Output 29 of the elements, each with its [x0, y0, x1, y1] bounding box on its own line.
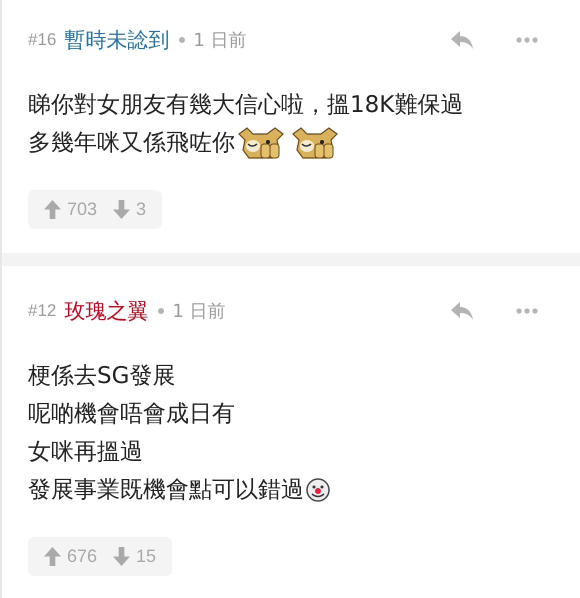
post-text: 呢啲機會唔會成日有 — [28, 400, 235, 429]
down-arrow-icon — [113, 200, 130, 219]
clown-face-icon — [306, 478, 330, 502]
post-text: 多幾年咪又係飛咗你 — [28, 129, 235, 158]
reply-icon[interactable] — [450, 301, 474, 321]
post-time: 1 日前 — [172, 300, 226, 323]
reply-icon[interactable] — [450, 30, 474, 50]
downvote-button[interactable]: 3 — [107, 197, 152, 222]
upvote-button[interactable]: 703 — [38, 197, 104, 222]
separator-dot-icon — [158, 308, 164, 314]
dog-face-icon — [291, 126, 339, 160]
separator-dot-icon — [179, 37, 186, 43]
post-text: 梗係去SG發展 — [28, 362, 176, 391]
post-text: 女咪再搵過 — [28, 438, 143, 467]
post-text: 發展事業既機會點可以錯過 — [28, 476, 304, 505]
post-number: #16 — [28, 30, 56, 50]
post-text: 睇你對女朋友有幾大信心啦，搵18K難保過 — [28, 91, 464, 120]
dog-face-icon — [237, 126, 285, 160]
author-name[interactable]: 暫時未諗到 — [64, 26, 170, 54]
up-arrow-icon — [44, 547, 61, 566]
post-time: 1 日前 — [193, 29, 247, 52]
downvote-button[interactable]: 15 — [107, 544, 162, 569]
post-number: #12 — [28, 301, 56, 321]
more-icon[interactable] — [516, 308, 538, 314]
up-arrow-icon — [44, 200, 61, 219]
upvote-button[interactable]: 676 — [38, 544, 104, 569]
author-name[interactable]: 玫瑰之翼 — [64, 297, 148, 325]
down-arrow-icon — [113, 547, 130, 566]
more-icon[interactable] — [516, 37, 538, 43]
